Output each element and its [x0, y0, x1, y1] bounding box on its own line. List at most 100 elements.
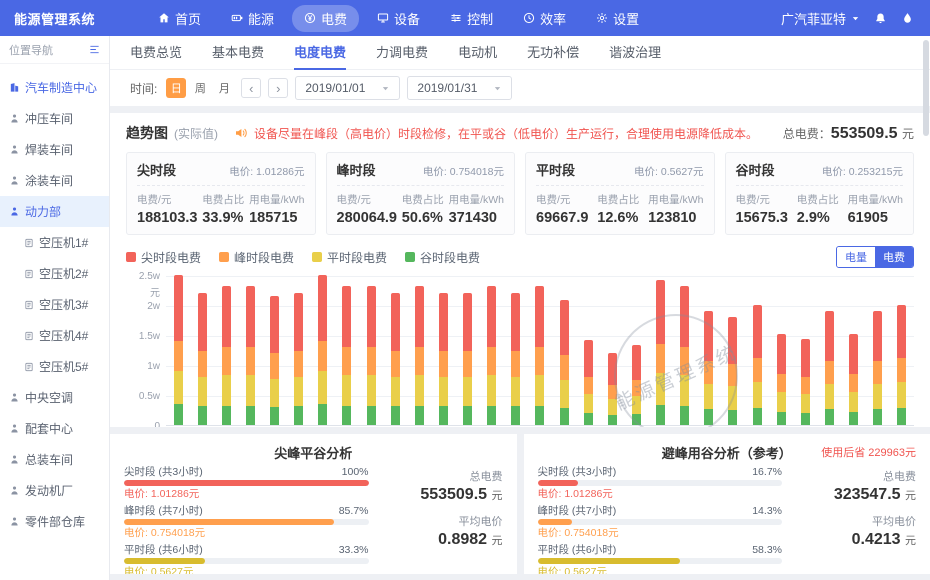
- bar-column-01-07[interactable]: [311, 275, 335, 425]
- sidebar-item-12[interactable]: 总装车间: [0, 444, 109, 475]
- bar-column-01-26[interactable]: [769, 275, 793, 425]
- tab-6[interactable]: 谐波治理: [609, 36, 661, 70]
- prev-period-button[interactable]: ‹: [241, 78, 261, 98]
- period-name: 峰时段: [337, 160, 376, 179]
- bar-segment: [753, 382, 762, 408]
- sidebar-item-14[interactable]: 零件部仓库: [0, 506, 109, 537]
- progress-fill: [124, 480, 369, 486]
- sidebar-item-2[interactable]: 焊装车间: [0, 134, 109, 165]
- bar-column-01-20[interactable]: [624, 275, 648, 425]
- sidebar-item-1[interactable]: 冲压车间: [0, 103, 109, 134]
- end-date-select[interactable]: 2019/01/31: [407, 76, 512, 100]
- nav-item-control[interactable]: 控制: [438, 5, 505, 32]
- bar-segment: [222, 347, 231, 375]
- sidebar-item-0[interactable]: 汽车制造中心: [0, 72, 109, 103]
- tab-3[interactable]: 力调电费: [376, 36, 428, 70]
- bar-column-01-11[interactable]: [407, 275, 431, 425]
- analysis-header: 尖峰平谷分析: [124, 443, 503, 461]
- toggle-energy-button[interactable]: 电量: [837, 247, 875, 267]
- period-name: 谷时段: [736, 160, 775, 179]
- bell-icon[interactable]: [874, 12, 887, 25]
- ratio-stat: 电费占比33.9%: [202, 192, 244, 226]
- sidebar-item-3[interactable]: 涂装车间: [0, 165, 109, 196]
- bar-column-01-01[interactable]: [166, 275, 190, 425]
- sidebar-item-11[interactable]: 配套中心: [0, 413, 109, 444]
- legend-item-3[interactable]: 谷时段电费: [405, 249, 480, 266]
- sidebar-item-9[interactable]: 空压机5#: [0, 351, 109, 382]
- bar-column-01-14[interactable]: [480, 275, 504, 425]
- nav-item-fee[interactable]: 电费: [292, 5, 359, 32]
- bar-column-01-12[interactable]: [431, 275, 455, 425]
- nav-item-device[interactable]: 设备: [365, 5, 432, 32]
- toggle-fee-button[interactable]: 电费: [875, 247, 913, 267]
- sidebar-item-label: 发动机厂: [25, 482, 73, 499]
- bar-column-01-19[interactable]: [600, 275, 624, 425]
- bar-column-01-22[interactable]: [673, 275, 697, 425]
- sidebar-item-10[interactable]: 中央空调: [0, 382, 109, 413]
- nav-item-efficiency[interactable]: 效率: [511, 5, 578, 32]
- bar-column-01-09[interactable]: [359, 275, 383, 425]
- tab-2[interactable]: 电度电费: [294, 36, 346, 70]
- y-tick-label: 2w: [126, 301, 160, 312]
- meter-icon: [24, 362, 34, 372]
- metric-toggle: 电量电费: [836, 246, 914, 268]
- bar-column-01-27[interactable]: [793, 275, 817, 425]
- bar-column-01-24[interactable]: [721, 275, 745, 425]
- bar-column-01-30[interactable]: [866, 275, 890, 425]
- bar-column-01-31[interactable]: [890, 275, 914, 425]
- scrollbar[interactable]: [923, 40, 929, 576]
- bar-column-01-29[interactable]: [842, 275, 866, 425]
- legend-item-2[interactable]: 平时段电费: [312, 249, 387, 266]
- stacked-bar: [777, 334, 786, 425]
- tab-5[interactable]: 无功补偿: [527, 36, 579, 70]
- legend-item-0[interactable]: 尖时段电费: [126, 249, 201, 266]
- sidebar-item-4[interactable]: 动力部: [0, 196, 109, 227]
- start-date-select[interactable]: 2019/01/01: [295, 76, 400, 100]
- bar-column-01-10[interactable]: [383, 275, 407, 425]
- bar-column-01-16[interactable]: [528, 275, 552, 425]
- scrollbar-thumb[interactable]: [923, 40, 929, 136]
- analysis-body: 尖时段 (共3小时)16.7%电价: 1.01286元峰时段 (共7小时)14.…: [538, 466, 917, 574]
- bar-column-01-08[interactable]: [335, 275, 359, 425]
- bar-column-01-06[interactable]: [287, 275, 311, 425]
- legend-item-1[interactable]: 峰时段电费: [219, 249, 294, 266]
- sidebar-item-13[interactable]: 发动机厂: [0, 475, 109, 506]
- sidebar-item-5[interactable]: 空压机1#: [0, 227, 109, 258]
- bar-column-01-03[interactable]: [214, 275, 238, 425]
- bar-column-01-15[interactable]: [504, 275, 528, 425]
- sidebar-item-7[interactable]: 空压机3#: [0, 289, 109, 320]
- bar-segment: [270, 407, 279, 425]
- bar-column-01-02[interactable]: [190, 275, 214, 425]
- nav-item-home[interactable]: 首页: [146, 5, 213, 32]
- bar-column-01-18[interactable]: [576, 275, 600, 425]
- bar-segment: [535, 286, 544, 347]
- sidebar-item-6[interactable]: 空压机2#: [0, 258, 109, 289]
- bar-column-01-23[interactable]: [697, 275, 721, 425]
- nav-item-settings[interactable]: 设置: [584, 5, 651, 32]
- water-drop-icon[interactable]: [901, 12, 914, 25]
- tab-1[interactable]: 基本电费: [212, 36, 264, 70]
- fee-stat: 电费/元188103.3: [137, 192, 197, 226]
- mode-month-button[interactable]: 月: [214, 78, 234, 98]
- bar-column-01-13[interactable]: [456, 275, 480, 425]
- avg-price-unit: 元: [905, 535, 916, 547]
- bar-column-01-28[interactable]: [817, 275, 841, 425]
- collapse-sidebar-icon[interactable]: [89, 44, 100, 55]
- chevron-down-icon: [851, 14, 860, 23]
- bar-column-01-17[interactable]: [552, 275, 576, 425]
- sidebar-item-8[interactable]: 空压机4#: [0, 320, 109, 351]
- workshop-icon: [9, 175, 20, 186]
- bar-column-01-21[interactable]: [649, 275, 673, 425]
- bar-segment: [704, 361, 713, 384]
- bar-column-01-05[interactable]: [263, 275, 287, 425]
- next-period-button[interactable]: ›: [268, 78, 288, 98]
- nav-item-energy[interactable]: 能源: [219, 5, 286, 32]
- mode-day-button[interactable]: 日: [166, 78, 186, 98]
- bar-column-01-25[interactable]: [745, 275, 769, 425]
- bar-column-01-04[interactable]: [238, 275, 262, 425]
- mode-week-button[interactable]: 周: [190, 78, 210, 98]
- company-menu[interactable]: 广汽菲亚特: [781, 9, 860, 28]
- tab-4[interactable]: 电动机: [458, 36, 497, 70]
- location-tree: 汽车制造中心冲压车间焊装车间涂装车间动力部空压机1#空压机2#空压机3#空压机4…: [0, 64, 109, 537]
- tab-0[interactable]: 电费总览: [130, 36, 182, 70]
